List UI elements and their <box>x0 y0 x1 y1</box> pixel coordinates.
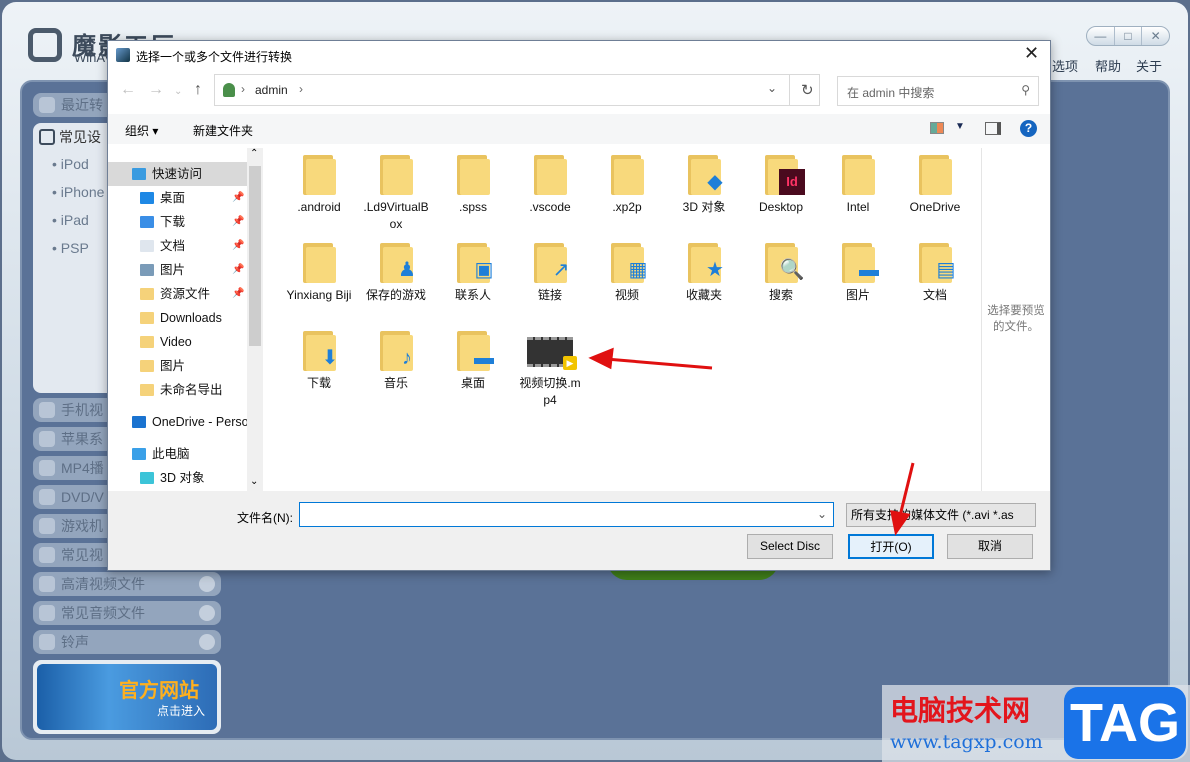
watermark-site: 电脑技术网 <box>890 695 1031 726</box>
red-arrow-to-open <box>890 462 915 536</box>
watermark-tag-logo: TAG <box>1064 687 1186 759</box>
watermark: 电脑技术网 www.tagxp.com TAG <box>882 685 1190 762</box>
red-arrow-to-file <box>588 347 713 370</box>
annotation-arrows <box>588 347 915 536</box>
watermark-url: www.tagxp.com <box>890 731 1043 753</box>
